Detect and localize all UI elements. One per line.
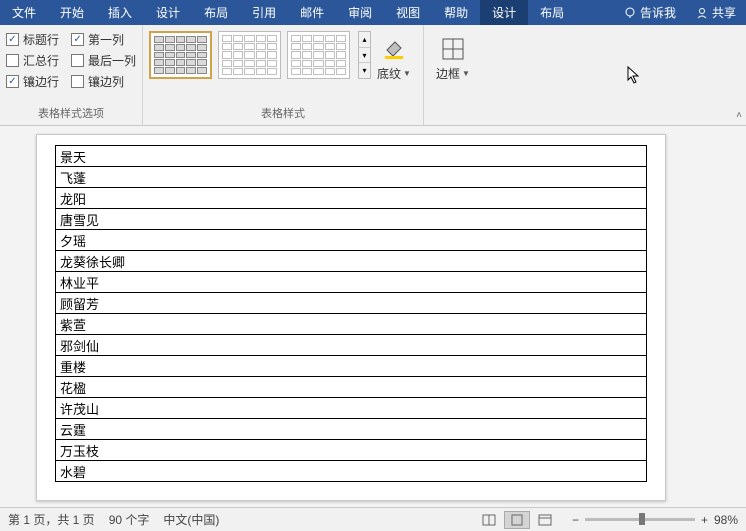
style-option-checkbox[interactable]: ✓标题行 [6,31,59,48]
page: 景天飞蓬龙阳唐雪见夕瑶龙葵徐长卿林业平顾留芳紫萱邪剑仙重楼花楹许茂山云霆万玉枝水… [36,134,666,501]
table-row[interactable]: 紫萱 [56,314,647,335]
table-style-thumb[interactable] [218,31,281,79]
table-row[interactable]: 邪剑仙 [56,335,647,356]
lightbulb-icon [624,7,636,19]
page-number-status[interactable]: 第 1 页，共 1 页 [8,511,95,528]
table-row[interactable]: 飞蓬 [56,167,647,188]
document-area[interactable]: 景天飞蓬龙阳唐雪见夕瑶龙葵徐长卿林业平顾留芳紫萱邪剑仙重楼花楹许茂山云霆万玉枝水… [0,126,746,507]
person-icon [696,7,708,19]
ribbon-tab-1[interactable]: 开始 [48,0,96,25]
ribbon-tab-11[interactable]: 布局 [528,0,576,25]
table-row[interactable]: 万玉枝 [56,440,647,461]
collapse-ribbon-button[interactable]: ˄ [736,110,742,121]
word-count-status[interactable]: 90 个字 [109,511,150,528]
table-styles-gallery[interactable]: ▴▾▾ [149,31,371,79]
ribbon-tab-10[interactable]: 设计 [480,0,528,25]
table-row[interactable]: 林业平 [56,272,647,293]
ribbon-tab-9[interactable]: 帮助 [432,0,480,25]
status-bar: 第 1 页，共 1 页 90 个字 中文(中国) − + 98% [0,507,746,531]
table-styles-group: ▴▾▾ 底纹▼ 表格样式 [143,25,424,125]
checkbox-icon: ✓ [6,33,19,46]
ribbon-tab-8[interactable]: 视图 [384,0,432,25]
ribbon-tabs-bar: 文件开始插入设计布局引用邮件审阅视图帮助设计布局告诉我共享 [0,0,746,25]
table-row[interactable]: 许茂山 [56,398,647,419]
zoom-in-button[interactable]: + [701,513,708,527]
language-status[interactable]: 中文(中国) [163,511,219,528]
style-option-checkbox[interactable]: ✓第一列 [71,31,136,48]
style-option-checkbox[interactable]: 汇总行 [6,52,59,69]
borders-button[interactable]: 边框▼ [430,31,476,82]
print-layout-button[interactable] [504,511,530,529]
share-button[interactable]: 共享 [686,0,746,25]
chevron-down-icon: ▼ [462,69,470,78]
chevron-down-icon: ▼ [403,69,411,78]
table-row[interactable]: 景天 [56,146,647,167]
ribbon-tab-6[interactable]: 邮件 [288,0,336,25]
table-row[interactable]: 重楼 [56,356,647,377]
table-row[interactable]: 龙阳 [56,188,647,209]
zoom-controls: − + 98% [572,513,738,527]
table-row[interactable]: 顾留芳 [56,293,647,314]
table-row[interactable]: 夕瑶 [56,230,647,251]
ribbon-tab-7[interactable]: 审阅 [336,0,384,25]
group-label: 表格样式选项 [6,103,136,125]
web-layout-button[interactable] [532,511,558,529]
checkbox-icon: ✓ [71,33,84,46]
document-table[interactable]: 景天飞蓬龙阳唐雪见夕瑶龙葵徐长卿林业平顾留芳紫萱邪剑仙重楼花楹许茂山云霆万玉枝水… [55,145,647,482]
table-row[interactable]: 花楹 [56,377,647,398]
table-row[interactable]: 唐雪见 [56,209,647,230]
ribbon-tab-2[interactable]: 插入 [96,0,144,25]
style-option-checkbox[interactable]: 镶边列 [71,73,136,90]
table-style-options-group: ✓标题行 ✓第一列汇总行最后一列 ✓镶边行镶边列 表格样式选项 [0,25,143,125]
borders-icon [439,35,467,63]
table-style-thumb[interactable] [149,31,212,79]
checkbox-icon [6,54,19,67]
zoom-out-button[interactable]: − [572,513,579,527]
view-buttons [476,511,558,529]
borders-group: 边框▼ [424,25,482,125]
ribbon-tab-5[interactable]: 引用 [240,0,288,25]
ribbon-tab-4[interactable]: 布局 [192,0,240,25]
table-row[interactable]: 水碧 [56,461,647,482]
style-option-checkbox[interactable]: ✓镶边行 [6,73,59,90]
style-option-checkbox[interactable]: 最后一列 [71,52,136,69]
table-style-thumb[interactable] [287,31,350,79]
table-row[interactable]: 龙葵徐长卿 [56,251,647,272]
zoom-percent[interactable]: 98% [714,513,738,527]
checkbox-icon [71,54,84,67]
group-label: 表格样式 [149,103,417,125]
ribbon-tab-3[interactable]: 设计 [144,0,192,25]
shading-button[interactable]: 底纹▼ [371,31,417,82]
checkbox-icon: ✓ [6,75,19,88]
zoom-slider[interactable] [585,518,695,521]
ribbon-tab-0[interactable]: 文件 [0,0,48,25]
table-row[interactable]: 云霆 [56,419,647,440]
tell-me-button[interactable]: 告诉我 [614,0,686,25]
gallery-expand-button[interactable]: ▴▾▾ [358,31,371,79]
paint-bucket-icon [380,35,408,63]
ribbon-toolbar: ✓标题行 ✓第一列汇总行最后一列 ✓镶边行镶边列 表格样式选项 ▴▾▾ 底纹▼ 表格… [0,25,746,126]
read-mode-button[interactable] [476,511,502,529]
checkbox-icon [71,75,84,88]
